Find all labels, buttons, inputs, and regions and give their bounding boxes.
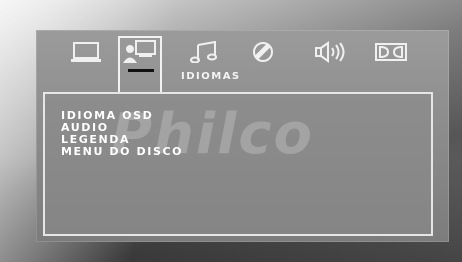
circle-slash-icon bbox=[251, 40, 275, 64]
tab-general-setup[interactable] bbox=[64, 38, 108, 66]
speaker-icon bbox=[313, 41, 347, 63]
active-tab-indicator bbox=[128, 69, 154, 72]
tab-language-setup[interactable] bbox=[118, 36, 162, 94]
tab-dolby-setup[interactable] bbox=[369, 38, 413, 66]
menu-item-menu-do-disco[interactable]: MENU DO DISCO bbox=[61, 146, 183, 158]
user-screen-icon bbox=[123, 40, 157, 64]
tab-audio-setup[interactable] bbox=[182, 38, 226, 66]
language-options-panel: Philco IDIOMA OSD AUDIO LEGENDA MENU DO … bbox=[43, 92, 433, 236]
setup-menu: IDIOMAS Philco IDIOMA OSD AUDIO LEGENDA … bbox=[36, 30, 449, 242]
tab-speaker-setup[interactable] bbox=[308, 38, 352, 66]
monitor-icon bbox=[70, 41, 102, 63]
section-title: IDIOMAS bbox=[181, 71, 241, 82]
setup-tab-bar bbox=[36, 30, 449, 94]
tab-video-setup[interactable] bbox=[241, 38, 285, 66]
language-options-list: IDIOMA OSD AUDIO LEGENDA MENU DO DISCO bbox=[61, 110, 183, 158]
music-note-icon bbox=[189, 41, 219, 63]
dolby-icon bbox=[375, 42, 407, 62]
